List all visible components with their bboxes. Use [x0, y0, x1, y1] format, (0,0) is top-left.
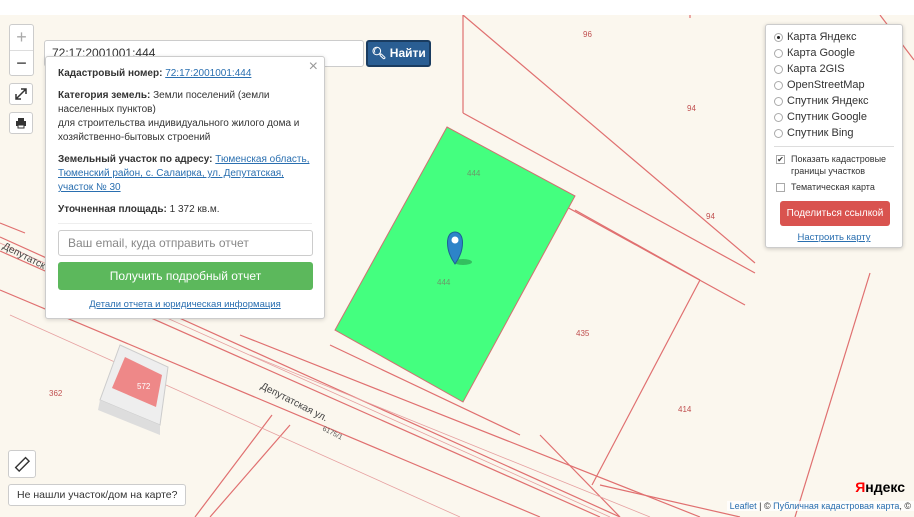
- map-layer-option[interactable]: Спутник Bing: [774, 125, 894, 141]
- print-button[interactable]: [9, 112, 33, 134]
- land-purpose: для строительства индивидуального жилого…: [58, 118, 300, 143]
- ruler-icon: [14, 456, 31, 473]
- radio-button[interactable]: [774, 32, 783, 42]
- radio-button[interactable]: [774, 112, 783, 122]
- email-field[interactable]: Ваш email, куда отправить отчет: [58, 230, 313, 256]
- get-report-button[interactable]: Получить подробный отчет: [58, 262, 313, 290]
- fullscreen-button[interactable]: [9, 83, 33, 105]
- zoom-out-button[interactable]: −: [10, 50, 33, 75]
- map-layer-option[interactable]: Карта 2GIS: [774, 61, 894, 77]
- not-found-button[interactable]: Не нашли участок/дом на карте?: [8, 484, 187, 506]
- radio-button[interactable]: [774, 48, 783, 58]
- setup-map-link[interactable]: Настроить карту: [774, 232, 894, 243]
- parcel-info-popup: × Кадастровый номер: 72:17:2001001:444 К…: [45, 56, 325, 319]
- close-icon[interactable]: ×: [309, 59, 318, 75]
- map-layer-option[interactable]: Спутник Яндекс: [774, 93, 894, 109]
- radio-button[interactable]: [774, 128, 783, 138]
- expand-icon: [15, 88, 27, 100]
- leaflet-link[interactable]: Leaflet: [730, 501, 757, 511]
- radio-button[interactable]: [774, 80, 783, 90]
- measure-button[interactable]: [8, 450, 36, 478]
- svg-text:362: 362: [49, 389, 63, 398]
- radio-button[interactable]: [774, 96, 783, 106]
- svg-text:6175/1: 6175/1: [321, 426, 343, 442]
- thematic-map-checkbox[interactable]: Тематическая карта: [774, 181, 894, 193]
- pkk-link[interactable]: Публичная кадастровая карта: [773, 501, 899, 511]
- svg-text:Депутатск: Депутатск: [1, 241, 48, 272]
- zoom-in-button[interactable]: +: [10, 25, 33, 50]
- svg-text:96: 96: [583, 30, 592, 39]
- svg-text:94: 94: [687, 104, 696, 113]
- svg-text:94: 94: [706, 212, 715, 221]
- show-borders-checkbox[interactable]: ✔ Показать кадастровые границы участков: [774, 153, 894, 177]
- svg-text:444: 444: [467, 169, 481, 178]
- layers-panel: Карта Яндекс Карта Google Карта 2GIS OpenSt…: [765, 24, 903, 248]
- svg-text:572: 572: [137, 382, 151, 391]
- svg-text:414: 414: [678, 405, 692, 414]
- print-icon: [16, 118, 26, 129]
- radio-button[interactable]: [774, 64, 783, 74]
- checkbox[interactable]: ✔: [776, 155, 785, 164]
- cadastral-number-link[interactable]: 72:17:2001001:444: [165, 68, 251, 79]
- building-572: [98, 344, 169, 435]
- map-layer-option[interactable]: Карта Google: [774, 45, 894, 61]
- checkbox[interactable]: [776, 183, 785, 192]
- map-attribution: Leaflet | © Публичная кадастровая карта,…: [726, 501, 914, 511]
- map-layer-option[interactable]: OpenStreetMap: [774, 77, 894, 93]
- find-button[interactable]: 🔍︎ Найти: [366, 40, 431, 67]
- svg-text:444: 444: [437, 278, 451, 287]
- area-value: 1 372 кв.м.: [169, 204, 220, 215]
- share-link-button[interactable]: Поделиться ссылкой: [780, 201, 890, 226]
- search-icon: 🔍︎: [371, 46, 387, 60]
- yandex-logo: Яндекс: [855, 479, 905, 495]
- svg-text:435: 435: [576, 329, 590, 338]
- map-layer-option[interactable]: Карта Яндекс: [774, 29, 894, 45]
- map-canvas[interactable]: 96 94 94 444 444 435 414 362 572 6175/1 …: [0, 15, 914, 517]
- map-layer-option[interactable]: Спутник Google: [774, 109, 894, 125]
- report-details-link[interactable]: Детали отчета и юридическая информация: [89, 299, 281, 310]
- zoom-control: + −: [9, 24, 34, 76]
